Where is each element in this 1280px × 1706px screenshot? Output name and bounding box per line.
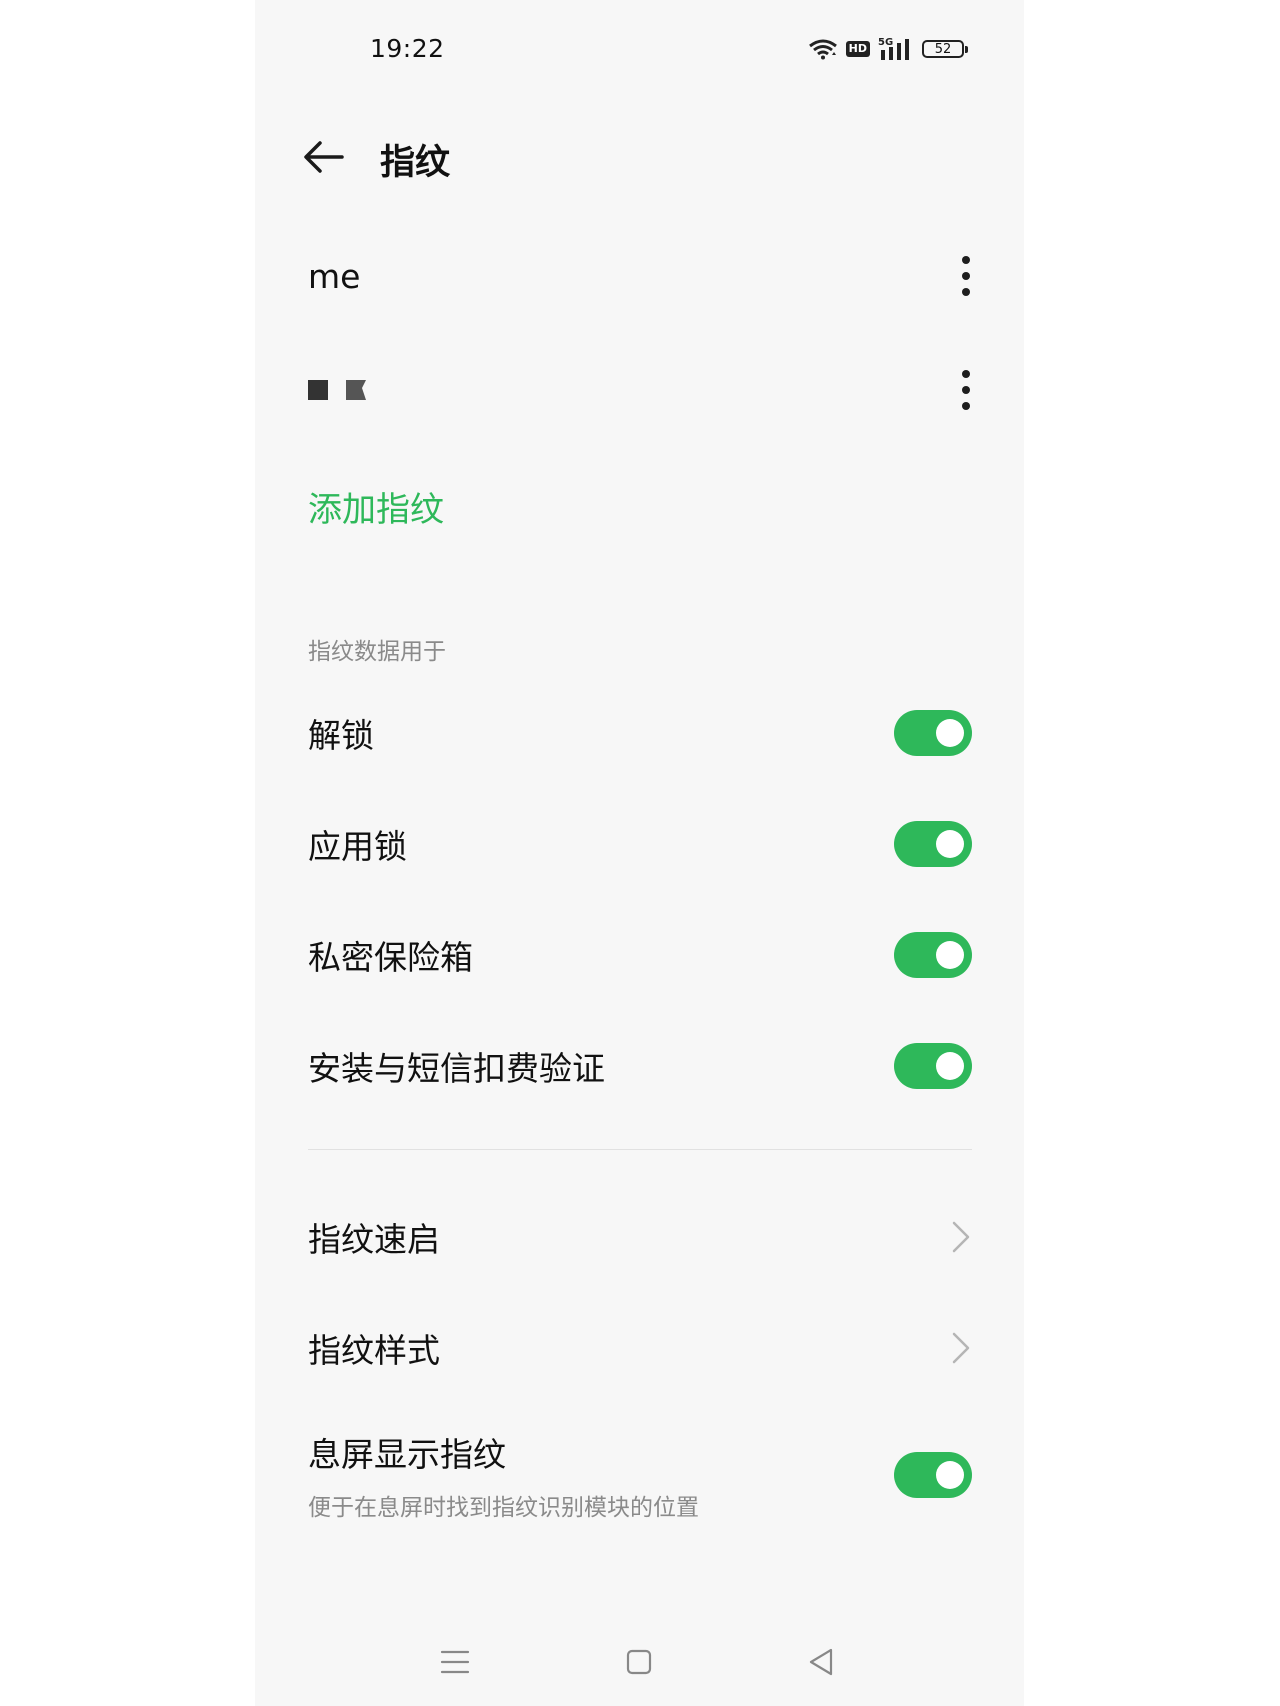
screen-off-description: 便于在息屏时找到指纹识别模块的位置 bbox=[308, 1495, 699, 1521]
masked-fingerprint-name bbox=[308, 380, 366, 400]
fingerprint-item-masked[interactable] bbox=[308, 368, 972, 412]
fingerprint-style-label: 指纹样式 bbox=[308, 1331, 440, 1370]
screen-off-display-toggle[interactable] bbox=[894, 1452, 972, 1498]
page-title: 指纹 bbox=[380, 143, 451, 183]
battery-level: 52 bbox=[934, 41, 952, 57]
fingerprint-style-item[interactable]: 指纹样式 bbox=[308, 1323, 972, 1373]
fingerprint-name: me bbox=[308, 256, 361, 296]
fingerprint-item-me[interactable]: me bbox=[308, 254, 972, 298]
usage-item-label: 应用锁 bbox=[308, 827, 407, 866]
status-icons: HD 5G 52 bbox=[808, 36, 968, 62]
battery-icon: 52 bbox=[922, 40, 968, 58]
screen-off-text: 息屏显示指纹 便于在息屏时找到指纹识别模块的位置 bbox=[308, 1428, 699, 1522]
chevron-right-icon bbox=[952, 1332, 970, 1364]
usage-item-install-sms-verify: 安装与短信扣费验证 bbox=[308, 1041, 972, 1091]
usage-item-private-safe: 私密保险箱 bbox=[308, 930, 972, 980]
more-vertical-icon[interactable] bbox=[960, 256, 972, 296]
chevron-right-icon bbox=[952, 1221, 970, 1253]
hd-icon: HD bbox=[845, 41, 870, 57]
phone-screen: 19:22 HD 5G 52 指纹 me 添加指纹 指纹数据用于 解锁 应用锁 … bbox=[255, 0, 1024, 1706]
wifi-icon bbox=[808, 39, 837, 60]
home-icon[interactable] bbox=[617, 1640, 661, 1684]
arrow-left-icon[interactable] bbox=[302, 139, 344, 175]
back-triangle-icon[interactable] bbox=[799, 1640, 843, 1684]
usage-item-unlock: 解锁 bbox=[308, 708, 972, 758]
more-vertical-icon[interactable] bbox=[960, 370, 972, 410]
usage-section-header: 指纹数据用于 bbox=[308, 639, 446, 665]
app-lock-toggle[interactable] bbox=[894, 821, 972, 867]
screen-off-display-item: 息屏显示指纹 便于在息屏时找到指纹识别模块的位置 bbox=[308, 1428, 972, 1522]
add-fingerprint-button[interactable]: 添加指纹 bbox=[308, 482, 444, 531]
install-sms-verify-toggle[interactable] bbox=[894, 1043, 972, 1089]
quick-launch-item[interactable]: 指纹速启 bbox=[308, 1212, 972, 1262]
usage-item-app-lock: 应用锁 bbox=[308, 819, 972, 869]
unlock-toggle[interactable] bbox=[894, 710, 972, 756]
menu-icon[interactable] bbox=[433, 1640, 477, 1684]
section-divider bbox=[308, 1149, 972, 1150]
usage-item-label: 安装与短信扣费验证 bbox=[308, 1049, 605, 1088]
screen-off-label: 息屏显示指纹 bbox=[308, 1435, 506, 1474]
network-label: 5G bbox=[878, 37, 893, 48]
status-time: 19:22 bbox=[370, 34, 445, 63]
quick-launch-label: 指纹速启 bbox=[308, 1220, 440, 1259]
usage-item-label: 解锁 bbox=[308, 716, 374, 755]
private-safe-toggle[interactable] bbox=[894, 932, 972, 978]
navigation-bar bbox=[255, 1640, 1024, 1684]
signal-5g-icon: 5G bbox=[878, 37, 909, 60]
usage-item-label: 私密保险箱 bbox=[308, 938, 473, 977]
